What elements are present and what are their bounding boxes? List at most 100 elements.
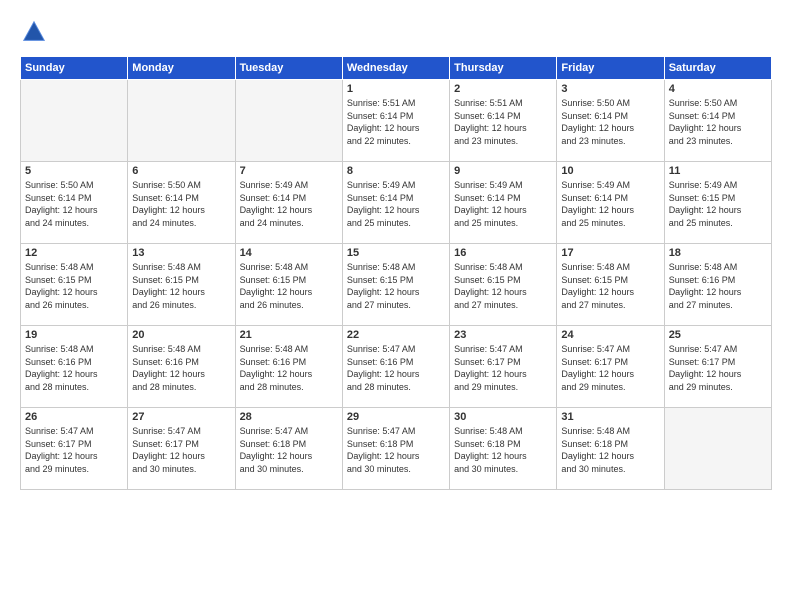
day-info: Sunrise: 5:48 AM Sunset: 6:15 PM Dayligh… bbox=[454, 261, 552, 311]
calendar-cell: 15 Sunrise: 5:48 AM Sunset: 6:15 PM Dayli… bbox=[342, 244, 449, 326]
day-info: Sunrise: 5:47 AM Sunset: 6:18 PM Dayligh… bbox=[347, 425, 445, 475]
day-number: 31 bbox=[561, 411, 659, 423]
day-number: 13 bbox=[132, 247, 230, 259]
day-info: Sunrise: 5:50 AM Sunset: 6:14 PM Dayligh… bbox=[669, 97, 767, 147]
calendar-cell: 11 Sunrise: 5:49 AM Sunset: 6:15 PM Dayli… bbox=[664, 162, 771, 244]
day-info: Sunrise: 5:47 AM Sunset: 6:17 PM Dayligh… bbox=[561, 343, 659, 393]
day-info: Sunrise: 5:48 AM Sunset: 6:18 PM Dayligh… bbox=[561, 425, 659, 475]
logo bbox=[20, 18, 52, 46]
logo-icon bbox=[20, 18, 48, 46]
calendar-cell: 4 Sunrise: 5:50 AM Sunset: 6:14 PM Daylig… bbox=[664, 80, 771, 162]
day-number: 11 bbox=[669, 165, 767, 177]
calendar-cell: 21 Sunrise: 5:48 AM Sunset: 6:16 PM Dayli… bbox=[235, 326, 342, 408]
day-header-thursday: Thursday bbox=[450, 57, 557, 80]
day-info: Sunrise: 5:50 AM Sunset: 6:14 PM Dayligh… bbox=[25, 179, 123, 229]
day-number: 27 bbox=[132, 411, 230, 423]
day-info: Sunrise: 5:49 AM Sunset: 6:14 PM Dayligh… bbox=[240, 179, 338, 229]
day-number: 25 bbox=[669, 329, 767, 341]
calendar-cell: 26Sunrise: 5:47 AM Sunset: 6:17 PM Dayli… bbox=[21, 408, 128, 490]
calendar-cell: 14 Sunrise: 5:48 AM Sunset: 6:15 PM Dayli… bbox=[235, 244, 342, 326]
calendar-cell bbox=[664, 408, 771, 490]
calendar-cell bbox=[235, 80, 342, 162]
calendar-cell: 28 Sunrise: 5:47 AM Sunset: 6:18 PM Dayli… bbox=[235, 408, 342, 490]
day-number: 24 bbox=[561, 329, 659, 341]
week-row-1: 1 Sunrise: 5:51 AM Sunset: 6:14 PM Daylig… bbox=[21, 80, 772, 162]
day-info: Sunrise: 5:47 AM Sunset: 6:17 PM Dayligh… bbox=[669, 343, 767, 393]
day-number: 30 bbox=[454, 411, 552, 423]
day-number: 21 bbox=[240, 329, 338, 341]
day-number: 8 bbox=[347, 165, 445, 177]
calendar-cell: 16 Sunrise: 5:48 AM Sunset: 6:15 PM Dayli… bbox=[450, 244, 557, 326]
day-number: 3 bbox=[561, 83, 659, 95]
day-number: 15 bbox=[347, 247, 445, 259]
calendar-cell: 29 Sunrise: 5:47 AM Sunset: 6:18 PM Dayli… bbox=[342, 408, 449, 490]
calendar-cell: 27 Sunrise: 5:47 AM Sunset: 6:17 PM Dayli… bbox=[128, 408, 235, 490]
day-info: Sunrise: 5:48 AM Sunset: 6:15 PM Dayligh… bbox=[561, 261, 659, 311]
day-info: Sunrise: 5:48 AM Sunset: 6:16 PM Dayligh… bbox=[132, 343, 230, 393]
day-number: 7 bbox=[240, 165, 338, 177]
week-row-4: 19 Sunrise: 5:48 AM Sunset: 6:16 PM Dayli… bbox=[21, 326, 772, 408]
day-info: Sunrise: 5:47 AM Sunset: 6:17 PM Dayligh… bbox=[454, 343, 552, 393]
day-number: 9 bbox=[454, 165, 552, 177]
day-number: 14 bbox=[240, 247, 338, 259]
calendar-cell bbox=[21, 80, 128, 162]
calendar-cell: 22 Sunrise: 5:47 AM Sunset: 6:16 PM Dayli… bbox=[342, 326, 449, 408]
day-info: Sunrise: 5:48 AM Sunset: 6:16 PM Dayligh… bbox=[240, 343, 338, 393]
day-info: Sunrise: 5:48 AM Sunset: 6:16 PM Dayligh… bbox=[25, 343, 123, 393]
day-info: Sunrise: 5:47 AM Sunset: 6:17 PM Dayligh… bbox=[25, 425, 123, 475]
calendar-cell: 9Sunrise: 5:49 AM Sunset: 6:14 PM Daylig… bbox=[450, 162, 557, 244]
calendar-header-row: SundayMondayTuesdayWednesdayThursdayFrid… bbox=[21, 57, 772, 80]
day-number: 23 bbox=[454, 329, 552, 341]
calendar-cell: 20Sunrise: 5:48 AM Sunset: 6:16 PM Dayli… bbox=[128, 326, 235, 408]
day-info: Sunrise: 5:51 AM Sunset: 6:14 PM Dayligh… bbox=[454, 97, 552, 147]
calendar-cell bbox=[128, 80, 235, 162]
week-row-3: 12Sunrise: 5:48 AM Sunset: 6:15 PM Dayli… bbox=[21, 244, 772, 326]
day-number: 5 bbox=[25, 165, 123, 177]
calendar-cell: 12Sunrise: 5:48 AM Sunset: 6:15 PM Dayli… bbox=[21, 244, 128, 326]
day-info: Sunrise: 5:51 AM Sunset: 6:14 PM Dayligh… bbox=[347, 97, 445, 147]
day-info: Sunrise: 5:48 AM Sunset: 6:15 PM Dayligh… bbox=[240, 261, 338, 311]
day-number: 29 bbox=[347, 411, 445, 423]
calendar-cell: 31 Sunrise: 5:48 AM Sunset: 6:18 PM Dayli… bbox=[557, 408, 664, 490]
day-header-monday: Monday bbox=[128, 57, 235, 80]
day-info: Sunrise: 5:47 AM Sunset: 6:17 PM Dayligh… bbox=[132, 425, 230, 475]
day-header-friday: Friday bbox=[557, 57, 664, 80]
calendar-cell: 1 Sunrise: 5:51 AM Sunset: 6:14 PM Daylig… bbox=[342, 80, 449, 162]
day-number: 19 bbox=[25, 329, 123, 341]
day-number: 18 bbox=[669, 247, 767, 259]
calendar: SundayMondayTuesdayWednesdayThursdayFrid… bbox=[20, 56, 772, 490]
calendar-cell: 17Sunrise: 5:48 AM Sunset: 6:15 PM Dayli… bbox=[557, 244, 664, 326]
day-number: 1 bbox=[347, 83, 445, 95]
calendar-cell: 3 Sunrise: 5:50 AM Sunset: 6:14 PM Daylig… bbox=[557, 80, 664, 162]
day-number: 16 bbox=[454, 247, 552, 259]
calendar-cell: 19 Sunrise: 5:48 AM Sunset: 6:16 PM Dayli… bbox=[21, 326, 128, 408]
day-info: Sunrise: 5:49 AM Sunset: 6:14 PM Dayligh… bbox=[347, 179, 445, 229]
day-number: 28 bbox=[240, 411, 338, 423]
calendar-cell: 5 Sunrise: 5:50 AM Sunset: 6:14 PM Daylig… bbox=[21, 162, 128, 244]
day-info: Sunrise: 5:47 AM Sunset: 6:18 PM Dayligh… bbox=[240, 425, 338, 475]
week-row-5: 26Sunrise: 5:47 AM Sunset: 6:17 PM Dayli… bbox=[21, 408, 772, 490]
day-number: 6 bbox=[132, 165, 230, 177]
day-number: 22 bbox=[347, 329, 445, 341]
day-number: 10 bbox=[561, 165, 659, 177]
day-header-tuesday: Tuesday bbox=[235, 57, 342, 80]
day-info: Sunrise: 5:50 AM Sunset: 6:14 PM Dayligh… bbox=[561, 97, 659, 147]
calendar-cell: 13 Sunrise: 5:48 AM Sunset: 6:15 PM Dayli… bbox=[128, 244, 235, 326]
week-row-2: 5 Sunrise: 5:50 AM Sunset: 6:14 PM Daylig… bbox=[21, 162, 772, 244]
day-info: Sunrise: 5:49 AM Sunset: 6:15 PM Dayligh… bbox=[669, 179, 767, 229]
day-number: 2 bbox=[454, 83, 552, 95]
calendar-cell: 8 Sunrise: 5:49 AM Sunset: 6:14 PM Daylig… bbox=[342, 162, 449, 244]
calendar-cell: 23 Sunrise: 5:47 AM Sunset: 6:17 PM Dayli… bbox=[450, 326, 557, 408]
header bbox=[20, 18, 772, 46]
day-info: Sunrise: 5:48 AM Sunset: 6:15 PM Dayligh… bbox=[132, 261, 230, 311]
day-number: 4 bbox=[669, 83, 767, 95]
day-header-wednesday: Wednesday bbox=[342, 57, 449, 80]
calendar-cell: 18 Sunrise: 5:48 AM Sunset: 6:16 PM Dayli… bbox=[664, 244, 771, 326]
day-info: Sunrise: 5:48 AM Sunset: 6:16 PM Dayligh… bbox=[669, 261, 767, 311]
calendar-cell: 25 Sunrise: 5:47 AM Sunset: 6:17 PM Dayli… bbox=[664, 326, 771, 408]
day-info: Sunrise: 5:47 AM Sunset: 6:16 PM Dayligh… bbox=[347, 343, 445, 393]
day-info: Sunrise: 5:50 AM Sunset: 6:14 PM Dayligh… bbox=[132, 179, 230, 229]
calendar-cell: 10Sunrise: 5:49 AM Sunset: 6:14 PM Dayli… bbox=[557, 162, 664, 244]
day-info: Sunrise: 5:48 AM Sunset: 6:15 PM Dayligh… bbox=[347, 261, 445, 311]
calendar-cell: 30Sunrise: 5:48 AM Sunset: 6:18 PM Dayli… bbox=[450, 408, 557, 490]
